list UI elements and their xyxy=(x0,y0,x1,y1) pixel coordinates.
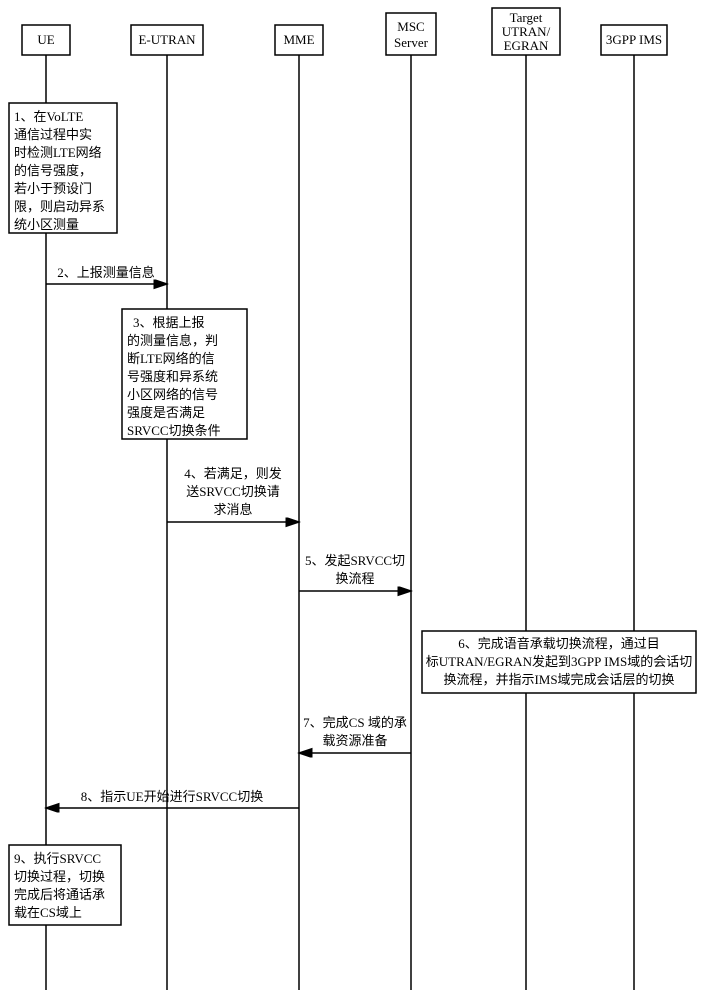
event-9: 9、执行SRVCC 切换过程，切换 完成后将通话承 载在CS域上 xyxy=(9,845,121,925)
svg-text:完成后将通话承: 完成后将通话承 xyxy=(14,887,105,902)
svg-text:限，则启动异系: 限，则启动异系 xyxy=(14,199,105,214)
actor-msc-label-1: MSC xyxy=(397,19,424,34)
event-4: 4、若满足，则发 送SRVCC切换请 求消息 xyxy=(167,466,299,522)
svg-text:若小于预设门: 若小于预设门 xyxy=(14,181,92,196)
event-5-label-1: 5、发起SRVCC切 xyxy=(305,553,405,568)
event-6-label-1: 6、完成语音承载切换流程，通过目 xyxy=(458,636,660,651)
svg-text:1、在VoLTE: 1、在VoLTE xyxy=(14,109,83,124)
event-6-label-2: 标UTRAN/EGRAN发起到3GPP IMS域的会话切 xyxy=(426,654,692,669)
event-7: 7、完成CS 域的承 载资源准备 xyxy=(299,715,411,753)
event-7-label-2: 载资源准备 xyxy=(322,733,387,748)
event-8: 8、指示UE开始进行SRVCC切换 xyxy=(46,789,299,808)
actor-target-label-1: Target xyxy=(510,10,543,25)
svg-text:强度是否满足: 强度是否满足 xyxy=(127,405,205,420)
svg-text:通信过程中实: 通信过程中实 xyxy=(14,127,92,142)
svg-text:断LTE网络的信: 断LTE网络的信 xyxy=(127,351,215,366)
event-2: 2、上报测量信息 xyxy=(46,265,167,284)
event-7-label-1: 7、完成CS 域的承 xyxy=(303,715,407,730)
event-6: 6、完成语音承载切换流程，通过目 标UTRAN/EGRAN发起到3GPP IMS… xyxy=(422,631,696,693)
svg-text:号强度和异系统: 号强度和异系统 xyxy=(127,369,218,384)
svg-text:切换过程，切换: 切换过程，切换 xyxy=(14,869,105,884)
actor-eutran-label: E-UTRAN xyxy=(138,32,196,47)
svg-text:小区网络的信号: 小区网络的信号 xyxy=(127,387,218,402)
svg-text:的测量信息，判: 的测量信息，判 xyxy=(127,333,218,348)
svg-text:时检测LTE网络: 时检测LTE网络 xyxy=(14,145,102,160)
actor-ims-label: 3GPP IMS xyxy=(606,32,662,47)
event-5-label-2: 换流程 xyxy=(335,571,374,586)
actor-target-label-2: UTRAN/ xyxy=(502,24,551,39)
actor-msc-label-2: Server xyxy=(394,35,429,50)
actor-msc: MSC Server xyxy=(386,13,436,990)
event-4-label-3: 求消息 xyxy=(213,502,252,517)
event-3: 3、根据上报 的测量信息，判 断LTE网络的信 号强度和异系统 小区网络的信号 … xyxy=(122,309,247,439)
actor-mme: MME xyxy=(275,25,323,990)
svg-text:9、执行SRVCC: 9、执行SRVCC xyxy=(14,851,101,866)
event-1: 1、在VoLTE 通信过程中实 时检测LTE网络 的信号强度， 若小于预设门 限… xyxy=(9,103,117,233)
actor-target: Target UTRAN/ EGRAN xyxy=(492,8,560,990)
svg-text:的信号强度，: 的信号强度， xyxy=(14,163,92,178)
svg-text:统小区测量: 统小区测量 xyxy=(14,217,79,232)
svg-text:载在CS域上: 载在CS域上 xyxy=(14,905,82,920)
actor-eutran: E-UTRAN xyxy=(131,25,203,990)
event-2-label: 2、上报测量信息 xyxy=(57,265,155,280)
svg-text:SRVCC切换条件: SRVCC切换条件 xyxy=(127,423,221,438)
event-4-label-2: 送SRVCC切换请 xyxy=(186,484,280,499)
event-8-label: 8、指示UE开始进行SRVCC切换 xyxy=(81,789,263,804)
event-6-label-3: 换流程，并指示IMS域完成会话层的切换 xyxy=(443,672,674,687)
actor-mme-label: MME xyxy=(283,32,314,47)
actor-ims: 3GPP IMS xyxy=(601,25,667,990)
event-5: 5、发起SRVCC切 换流程 xyxy=(299,553,411,591)
actor-target-label-3: EGRAN xyxy=(504,38,549,53)
event-4-label-1: 4、若满足，则发 xyxy=(184,466,282,481)
svg-text:3、根据上报: 3、根据上报 xyxy=(133,315,205,330)
actor-ue-label: UE xyxy=(37,32,54,47)
